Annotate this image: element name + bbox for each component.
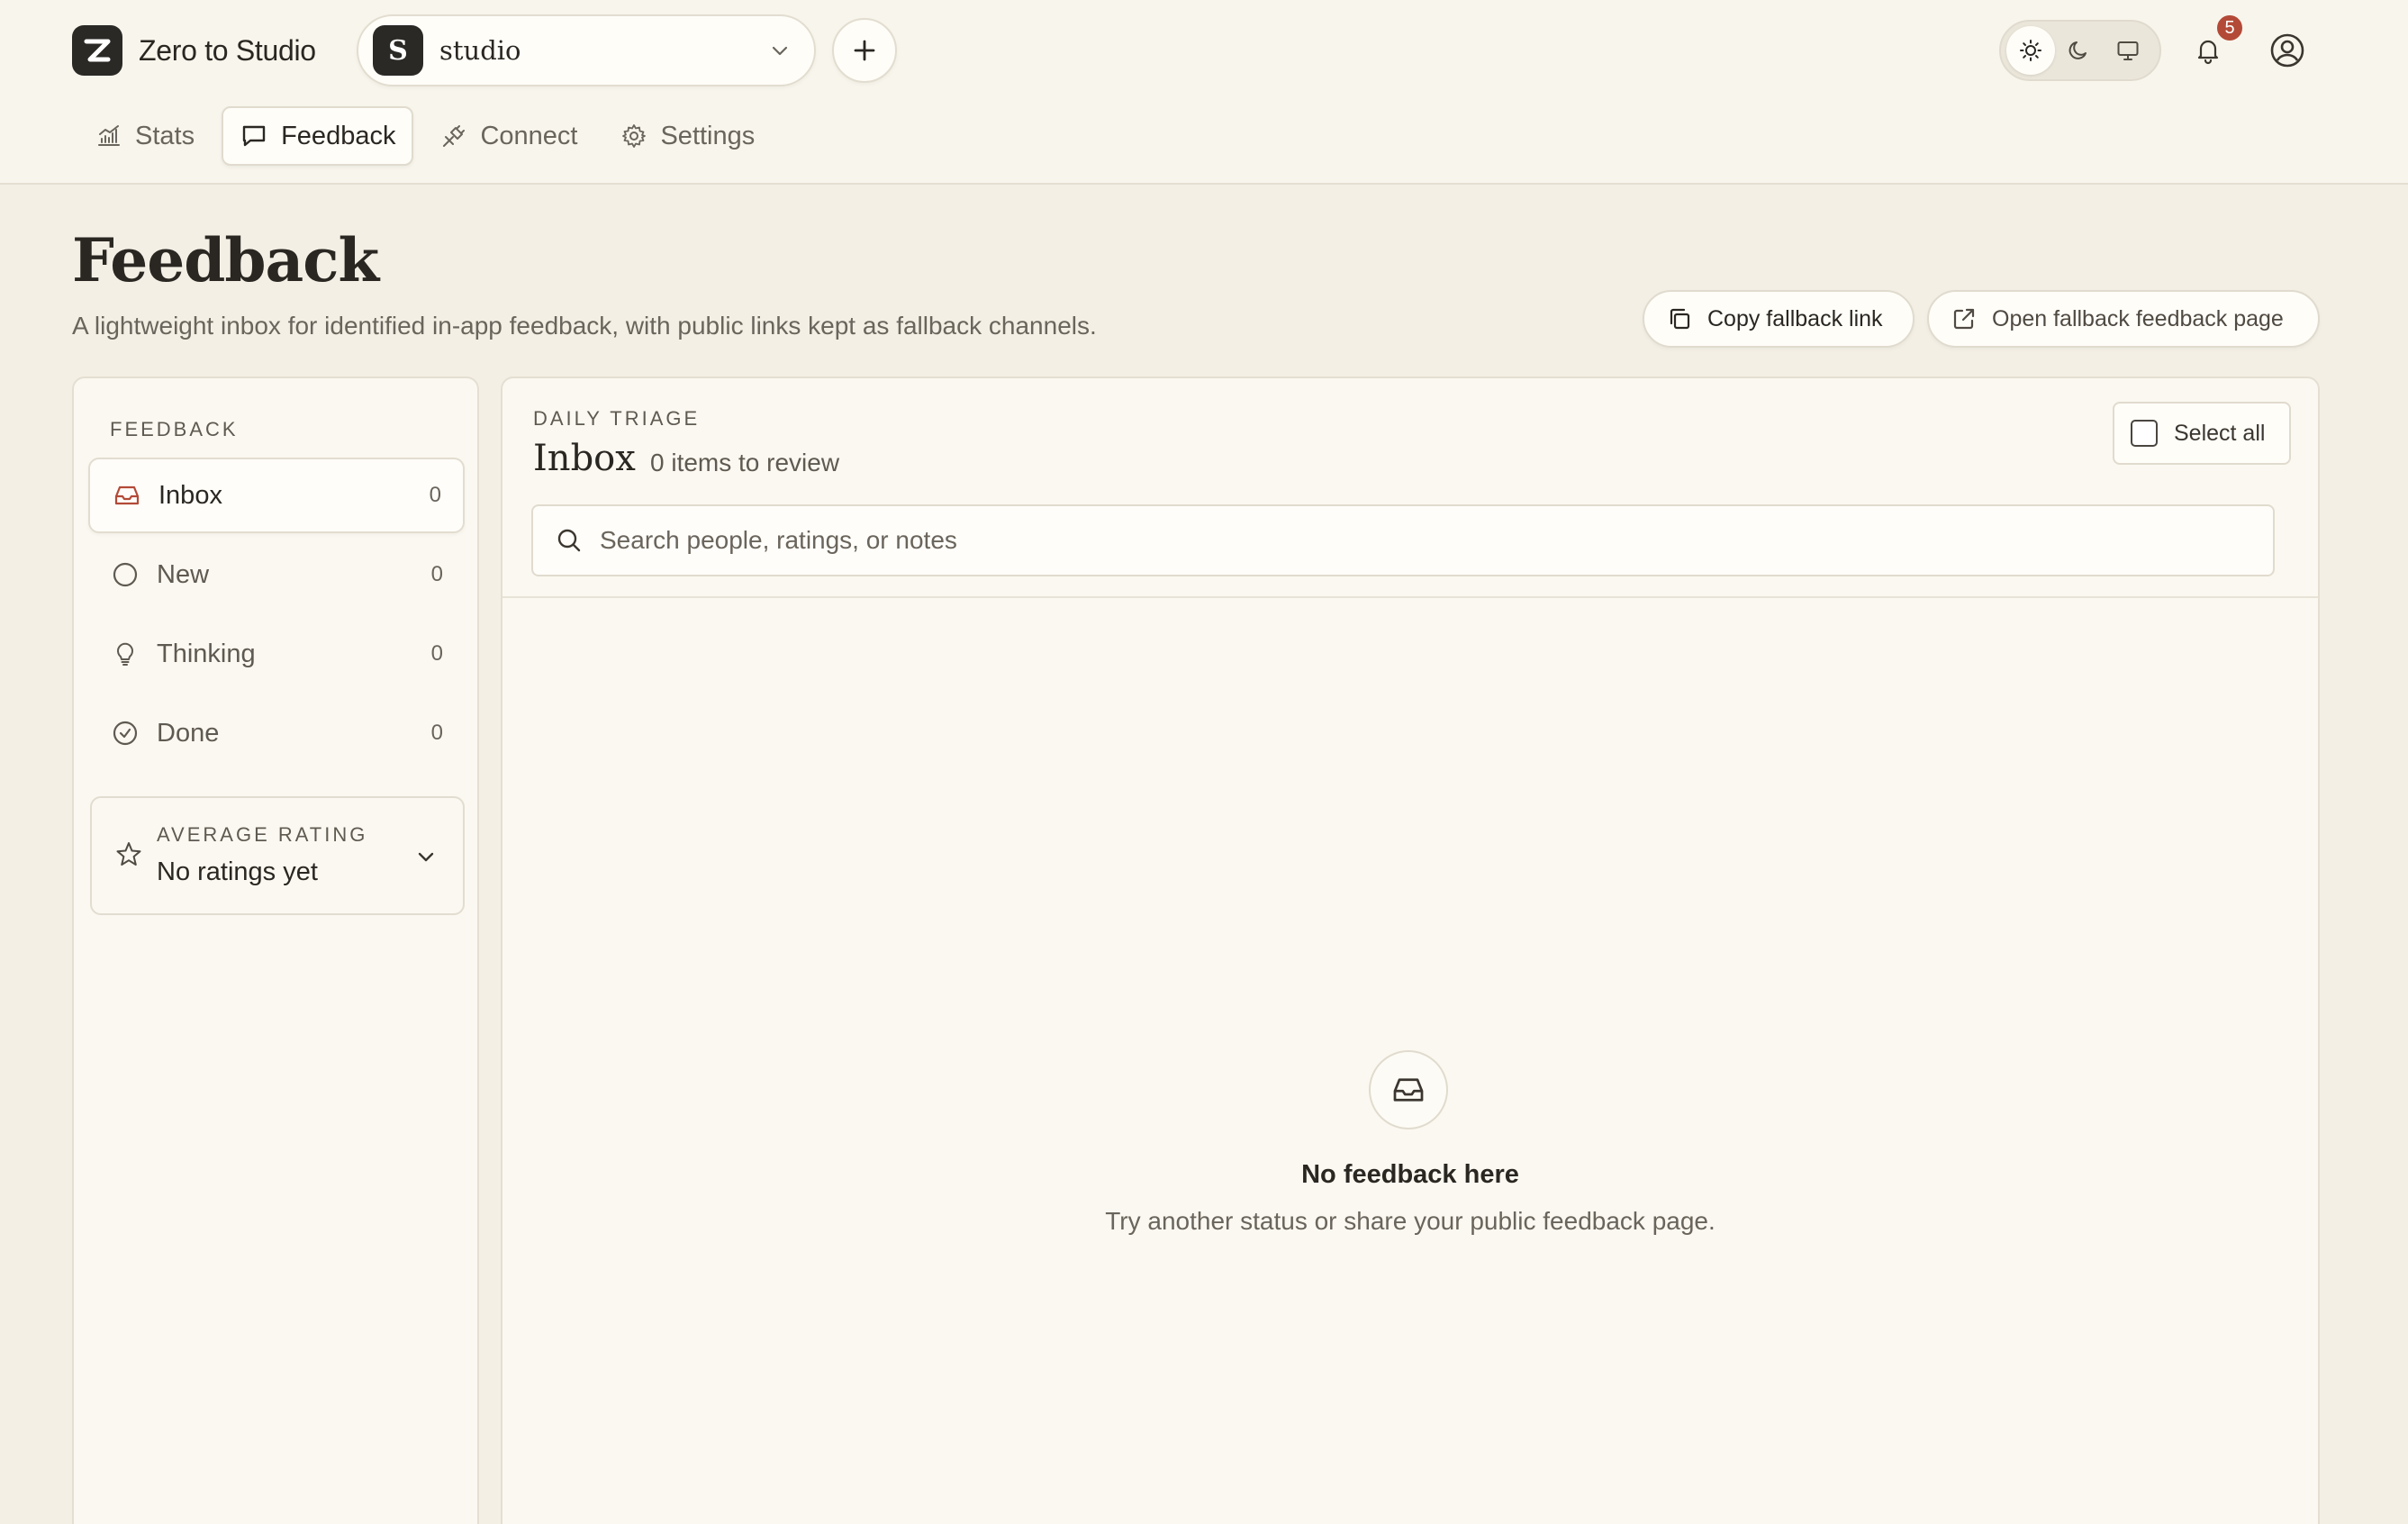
- sidebar-item-count: 0: [430, 562, 443, 586]
- monitor-icon: [2117, 41, 2139, 60]
- check-circle-icon: [110, 719, 140, 748]
- tab-feedback[interactable]: Feedback: [222, 106, 414, 166]
- inbox-icon: [1393, 1078, 1424, 1102]
- tab-settings[interactable]: Settings: [604, 106, 771, 166]
- sidebar-item-count: 0: [430, 641, 443, 666]
- items-count: 0 items to review: [650, 449, 840, 476]
- search-icon: [555, 526, 584, 555]
- lightbulb-icon: [110, 640, 140, 668]
- theme-dark-button[interactable]: [2055, 26, 2104, 75]
- project-selector[interactable]: S studio: [357, 14, 816, 86]
- z-logo-icon: [84, 39, 111, 62]
- tab-connect[interactable]: Connect: [424, 106, 593, 166]
- search-input[interactable]: [600, 526, 2221, 555]
- star-icon: [113, 839, 144, 870]
- sun-icon: [2020, 40, 2041, 61]
- empty-state-description: Try another status or share your public …: [1105, 1207, 1715, 1235]
- copy-fallback-link-label: Copy fallback link: [1707, 305, 1883, 331]
- brand-logo: [72, 25, 122, 76]
- select-all-button[interactable]: Select all: [2113, 402, 2291, 465]
- gear-icon: [620, 122, 647, 150]
- sidebar-item-inbox[interactable]: Inbox 0: [88, 458, 465, 533]
- circle-icon: [110, 560, 140, 589]
- chart-icon: [95, 122, 122, 150]
- external-link-icon: [1951, 305, 1978, 332]
- project-name: studio: [439, 35, 521, 66]
- inbox-panel: DAILY TRIAGE Inbox 0 items to review Sel…: [501, 376, 2320, 1524]
- message-icon: [240, 122, 268, 150]
- tab-label: Settings: [660, 121, 756, 150]
- open-fallback-page-button[interactable]: Open fallback feedback page: [1927, 290, 2320, 348]
- select-all-checkbox[interactable]: [2131, 420, 2158, 447]
- user-menu-button[interactable]: [2268, 31, 2307, 70]
- search-field[interactable]: [531, 504, 2275, 576]
- sidebar-item-label: New: [157, 559, 210, 589]
- copy-icon: [1666, 305, 1693, 332]
- theme-system-button[interactable]: [2104, 26, 2152, 75]
- tab-label: Stats: [135, 121, 195, 150]
- sidebar-item-thinking[interactable]: Thinking 0: [88, 616, 465, 692]
- notification-count-badge: 5: [2215, 14, 2244, 42]
- user-circle-icon: [2270, 33, 2304, 68]
- sidebar-item-label: Thinking: [157, 639, 256, 668]
- sidebar-item-label: Done: [157, 718, 220, 748]
- sidebar-item-new[interactable]: New 0: [88, 537, 465, 612]
- chevron-down-icon: [769, 40, 791, 61]
- average-rating-card[interactable]: AVERAGE RATING No ratings yet: [90, 796, 465, 915]
- panel-eyebrow: DAILY TRIAGE: [533, 407, 701, 430]
- average-rating-label: AVERAGE RATING: [157, 823, 368, 846]
- plus-icon: [854, 40, 875, 61]
- page-title: Feedback: [72, 225, 379, 295]
- average-rating-value: No ratings yet: [157, 857, 318, 886]
- top-header: Zero to Studio S studio 5 Stats Feedback…: [0, 0, 2408, 185]
- main-tabs: Stats Feedback Connect Settings: [79, 106, 782, 166]
- sidebar-item-done[interactable]: Done 0: [88, 695, 465, 771]
- moon-icon: [2069, 41, 2087, 59]
- chevron-down-icon: [414, 845, 438, 868]
- tab-stats[interactable]: Stats: [79, 106, 211, 166]
- page-subtitle: A lightweight inbox for identified in-ap…: [72, 312, 1097, 340]
- brand[interactable]: Zero to Studio: [72, 25, 316, 76]
- tab-label: Feedback: [281, 121, 396, 150]
- open-fallback-page-label: Open fallback feedback page: [1992, 305, 2284, 331]
- empty-state-title: No feedback here: [1301, 1160, 1519, 1189]
- theme-switcher: [1999, 20, 2161, 81]
- panel-divider: [502, 596, 2318, 598]
- add-project-button[interactable]: [832, 18, 897, 83]
- brand-name: Zero to Studio: [139, 33, 316, 67]
- plug-icon: [440, 122, 467, 150]
- sidebar-item-label: Inbox: [158, 480, 222, 510]
- project-avatar: S: [373, 25, 423, 76]
- select-all-label: Select all: [2174, 420, 2266, 446]
- copy-fallback-link-button[interactable]: Copy fallback link: [1643, 290, 1915, 348]
- inbox-icon: [112, 481, 142, 510]
- feedback-sidebar: FEEDBACK Inbox 0 New 0 Thinking 0 Done 0…: [72, 376, 479, 1524]
- tab-label: Connect: [480, 121, 578, 150]
- bell-icon: [2197, 40, 2219, 65]
- sidebar-item-count: 0: [429, 483, 441, 507]
- sidebar-heading: FEEDBACK: [110, 418, 239, 440]
- panel-title: Inbox: [533, 438, 636, 479]
- theme-light-button[interactable]: [2006, 26, 2055, 75]
- empty-inbox-icon: [1369, 1050, 1448, 1129]
- sidebar-item-count: 0: [430, 721, 443, 745]
